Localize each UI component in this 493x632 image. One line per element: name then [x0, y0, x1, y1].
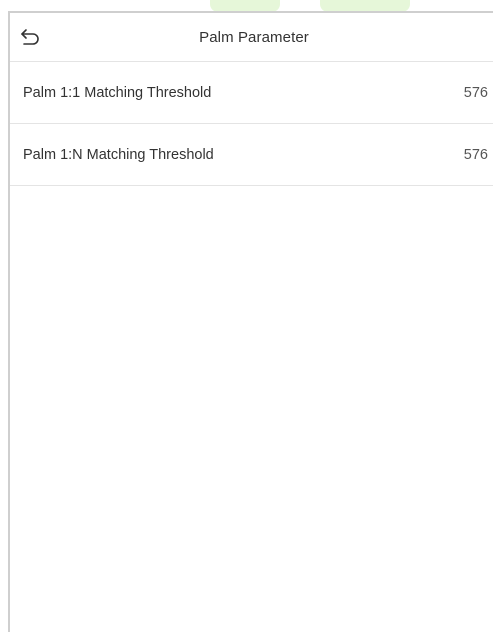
setting-value: 576 [463, 146, 488, 163]
setting-value: 576 [463, 84, 488, 101]
back-arrow-icon [21, 29, 39, 45]
setting-row-palm-1-n-threshold[interactable]: Palm 1:N Matching Threshold 576 [10, 124, 493, 186]
setting-label: Palm 1:1 Matching Threshold [23, 84, 212, 101]
header-bar: Palm Parameter [10, 13, 493, 62]
screen: Palm Parameter Palm 1:1 Matching Thresho… [0, 0, 493, 632]
setting-row-palm-1-1-threshold[interactable]: Palm 1:1 Matching Threshold 576 [10, 62, 493, 124]
back-button[interactable] [18, 25, 44, 49]
page-title: Palm Parameter [199, 28, 309, 46]
setting-label: Palm 1:N Matching Threshold [23, 146, 214, 163]
device-panel: Palm Parameter Palm 1:1 Matching Thresho… [8, 11, 493, 632]
